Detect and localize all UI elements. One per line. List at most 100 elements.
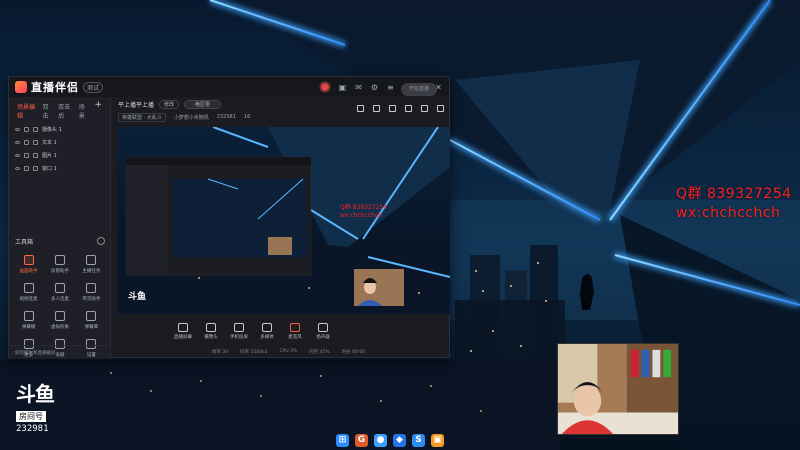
- tool-item[interactable]: 房管助手: [44, 255, 75, 274]
- left-status-tip[interactable]: 如何把你和直播截屏: [9, 345, 110, 359]
- g-app-icon[interactable]: G: [355, 433, 368, 447]
- tool-label: 房管助手: [50, 269, 69, 274]
- bottom-control-button[interactable]: 麦克风: [286, 322, 304, 340]
- share-icon[interactable]: [437, 105, 444, 112]
- douyu-icon[interactable]: ◆: [393, 433, 406, 447]
- source-item[interactable]: 图片 1: [9, 149, 110, 162]
- tool-icon: [54, 283, 65, 293]
- category-selector[interactable]: 英雄联盟 · 大乱斗: [118, 112, 166, 122]
- windows-taskbar: ⊞ G ● ◆ S ▣: [336, 431, 444, 449]
- tool-item[interactable]: 画面助手: [13, 255, 44, 274]
- lock-icon[interactable]: [24, 153, 29, 158]
- home-icon[interactable]: [405, 105, 412, 112]
- tool-label: 视频连麦: [19, 297, 38, 302]
- control-label: 扬声器: [316, 334, 330, 340]
- go-live-button[interactable]: 开始直播: [401, 83, 437, 96]
- left-panel: 场景编辑 双击 双击后 场景 + 摄像头 1 文本 1 图片 1 窗口 1 工具箱 画…: [9, 97, 111, 359]
- record-icon[interactable]: [357, 105, 364, 112]
- webcam-feed: [557, 343, 679, 435]
- source-type-icon: [33, 153, 38, 158]
- visibility-eye-icon[interactable]: [15, 167, 20, 170]
- app-logo-icon: [15, 81, 27, 93]
- browser-icon[interactable]: ●: [374, 433, 387, 447]
- control-icon: [290, 322, 300, 332]
- scene-tabs: 场景编辑 双击 双击后 场景 +: [9, 97, 110, 123]
- tool-item[interactable]: 虚拟形象: [44, 311, 75, 330]
- add-scene-button[interactable]: +: [94, 101, 102, 120]
- source-label: 窗口 1: [42, 166, 57, 172]
- control-label: 多媒体: [260, 334, 274, 340]
- tool-item[interactable]: 主播任务: [76, 255, 107, 274]
- control-icon: [206, 322, 216, 332]
- lock-icon[interactable]: [24, 140, 29, 145]
- gift-icon[interactable]: [421, 105, 428, 112]
- version-badge: 测试: [83, 81, 104, 93]
- skin-icon[interactable]: ▣: [338, 83, 347, 92]
- control-icon: [178, 322, 188, 332]
- tool-label: 画面助手: [19, 269, 38, 274]
- control-label: 麦克风: [288, 334, 302, 340]
- layout-icon[interactable]: [389, 105, 396, 112]
- source-item[interactable]: 文本 1: [9, 136, 110, 149]
- tool-icon: [54, 255, 65, 265]
- settings-icon[interactable]: ⚙: [370, 83, 379, 92]
- bottom-control-bar: 直播屏幕 摄像头 手机投屏 多媒体 麦克风 扬声器: [112, 317, 450, 345]
- like-count: 16: [243, 114, 251, 120]
- scene-tab-0[interactable]: 场景编辑: [17, 102, 36, 120]
- toolbox-settings-icon[interactable]: [97, 237, 105, 245]
- scene-tab-2[interactable]: 双击后: [58, 102, 73, 120]
- status-item: 时长 00:00: [341, 349, 366, 355]
- user-avatar[interactable]: [319, 81, 331, 93]
- bottom-control-button[interactable]: 手机投屏: [230, 322, 248, 340]
- tool-icon: [23, 311, 34, 321]
- visibility-eye-icon[interactable]: [15, 128, 20, 131]
- lock-icon[interactable]: [373, 105, 380, 112]
- qq-group-overlay: Q群 839327254: [676, 186, 792, 202]
- bottom-control-button[interactable]: 直播屏幕: [174, 322, 192, 340]
- tool-label: 主播任务: [82, 269, 101, 274]
- tool-item[interactable]: 弹幕库: [76, 311, 107, 330]
- bottom-control-button[interactable]: 摄像头: [202, 322, 220, 340]
- s-app-icon[interactable]: S: [412, 433, 425, 447]
- control-label: 直播屏幕: [174, 334, 192, 340]
- source-label: 图片 1: [42, 153, 57, 159]
- status-item: CPU 3%: [279, 349, 298, 354]
- control-label: 摄像头: [204, 334, 218, 340]
- tool-item[interactable]: 视频连麦: [13, 283, 44, 302]
- app-status-bar: 帧率 30 码率 2500kb CPU 3% 内存 45% 时长 00:00: [112, 345, 450, 358]
- source-type-icon: [33, 166, 38, 171]
- svg-text:斗鱼: 斗鱼: [128, 290, 146, 302]
- control-icon: [234, 322, 244, 332]
- windows-start-icon[interactable]: ⊞: [336, 433, 349, 447]
- tool-item[interactable]: 多人连麦: [44, 283, 75, 302]
- source-list: 摄像头 1 文本 1 图片 1 窗口 1: [9, 123, 110, 175]
- app-title: 直播伴侣: [31, 81, 79, 94]
- source-item[interactable]: 摄像头 1: [9, 123, 110, 136]
- tool-label: 弹幕播: [21, 325, 36, 330]
- source-label: 文本 1: [42, 140, 57, 146]
- preview-qq-text: Q群 839327254: [340, 203, 387, 211]
- scene-tab-1[interactable]: 双击: [42, 102, 52, 120]
- tool-label: 虚拟形象: [50, 325, 69, 330]
- bottom-control-button[interactable]: 多媒体: [258, 322, 276, 340]
- edit-title-button[interactable]: 修改: [159, 99, 180, 109]
- tool-item[interactable]: 带货助手: [76, 283, 107, 302]
- stream-tag[interactable]: 绝区零: [184, 99, 222, 109]
- status-item: 内存 45%: [309, 349, 330, 355]
- source-type-icon: [33, 140, 38, 145]
- menu-icon[interactable]: ≡: [386, 83, 395, 92]
- scene-tab-3[interactable]: 场景: [79, 102, 89, 120]
- visibility-eye-icon[interactable]: [15, 154, 20, 157]
- bottom-control-button[interactable]: 扬声器: [314, 322, 332, 340]
- tool-icon: [54, 311, 65, 321]
- tool-item[interactable]: 弹幕播: [13, 311, 44, 330]
- message-icon[interactable]: ✉: [354, 83, 363, 92]
- app-titlebar: 直播伴侣 测试 ▣ ✉ ⚙ ≡ — □ ✕: [9, 77, 449, 97]
- source-item[interactable]: 窗口 1: [9, 162, 110, 175]
- tool-icon: [23, 283, 34, 293]
- stream-preview[interactable]: 斗鱼 Q群 839327254 wx:chchcchch: [118, 127, 450, 314]
- orange-app-icon[interactable]: ▣: [431, 433, 444, 447]
- lock-icon[interactable]: [24, 166, 29, 171]
- visibility-eye-icon[interactable]: [15, 141, 20, 144]
- lock-icon[interactable]: [24, 127, 29, 132]
